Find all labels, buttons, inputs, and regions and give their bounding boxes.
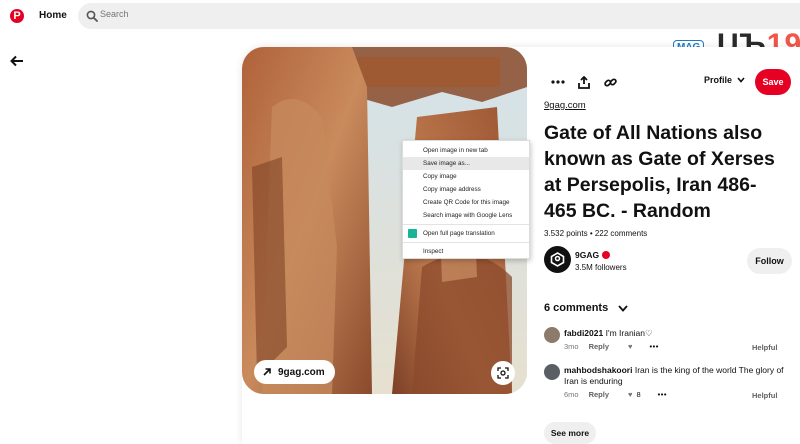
reply-button[interactable]: Reply <box>589 342 609 351</box>
source-domain-link[interactable]: 9gag.com <box>544 100 586 111</box>
creator-name-label: 9GAG <box>575 250 600 260</box>
creator-followers: 3.5M followers <box>575 263 627 272</box>
share-button[interactable] <box>574 72 594 92</box>
comment-body: fabdi2021 I'm Iranian♡ <box>564 328 789 339</box>
back-arrow-icon[interactable] <box>8 52 26 70</box>
commenter-avatar[interactable] <box>544 327 560 343</box>
comment-meta: 3mo Reply ♥ ••• <box>564 342 659 351</box>
translate-icon <box>408 229 417 238</box>
creator-name[interactable]: 9GAG <box>575 250 611 260</box>
top-navigation-bar: P Home <box>0 0 800 34</box>
comment-age: 6mo <box>564 390 579 399</box>
source-pill-label: 9gag.com <box>278 366 325 378</box>
ctx-create-qr-code[interactable]: Create QR Code for this image <box>403 196 529 209</box>
copy-link-button[interactable] <box>600 72 620 92</box>
ctx-open-image-new-tab[interactable]: Open image in new tab <box>403 144 529 157</box>
ctx-separator <box>403 224 529 225</box>
save-button[interactable]: Save <box>755 69 791 95</box>
profile-board-selector[interactable]: Profile <box>704 75 745 85</box>
arrow-up-right-icon <box>263 368 271 376</box>
comment-username[interactable]: mahbodshakoori <box>564 365 632 375</box>
ctx-search-google-lens[interactable]: Search image with Google Lens <box>403 209 529 222</box>
search-bar[interactable] <box>78 3 800 29</box>
profile-label: Profile <box>704 75 733 85</box>
comment-text: I'm Iranian♡ <box>605 328 653 338</box>
comments-header[interactable]: 6 comments <box>544 302 628 314</box>
more-options-icon[interactable]: ••• <box>649 342 658 351</box>
creator-avatar[interactable] <box>544 246 571 273</box>
helpful-button[interactable]: Helpful <box>752 391 777 400</box>
ctx-copy-image-address[interactable]: Copy image address <box>403 183 529 196</box>
more-options-button[interactable] <box>548 72 568 92</box>
share-icon <box>578 75 590 89</box>
link-icon <box>603 77 617 87</box>
visual-search-button[interactable] <box>491 361 515 385</box>
helpful-button[interactable]: Helpful <box>752 343 777 352</box>
comment-username[interactable]: fabdi2021 <box>564 328 603 338</box>
like-count: 8 <box>636 390 641 399</box>
reply-button[interactable]: Reply <box>589 390 609 399</box>
ctx-inspect[interactable]: Inspect <box>403 245 529 258</box>
source-link-pill[interactable]: 9gag.com <box>254 360 335 384</box>
ctx-separator <box>403 242 529 243</box>
chevron-down-icon <box>737 77 745 83</box>
commenter-avatar[interactable] <box>544 364 560 380</box>
chevron-down-icon <box>618 304 628 312</box>
ellipsis-icon <box>551 80 565 84</box>
context-menu: Open image in new tab Save image as... C… <box>402 140 530 259</box>
verified-badge-icon <box>602 251 611 259</box>
ctx-full-page-translation[interactable]: Open full page translation <box>403 227 529 240</box>
see-more-button[interactable]: See more <box>544 422 596 444</box>
heart-icon[interactable]: ♥ <box>628 342 632 351</box>
search-icon <box>86 10 98 22</box>
home-link[interactable]: Home <box>39 10 67 21</box>
comment-meta: 6mo Reply ♥ 8 ••• <box>564 390 667 399</box>
pin-stats: 3.532 points • 222 comments <box>544 229 648 238</box>
ctx-copy-image[interactable]: Copy image <box>403 170 529 183</box>
search-input[interactable] <box>100 9 400 19</box>
comment-age: 3mo <box>564 342 579 351</box>
comments-count: 6 comments <box>544 302 609 314</box>
pinterest-logo-icon[interactable]: P <box>10 9 24 23</box>
ctx-translation-label: Open full page translation <box>423 230 495 237</box>
comment-body: mahbodshakoori Iran is the king of the w… <box>564 365 789 387</box>
9gag-logo-icon <box>550 252 565 267</box>
ctx-save-image-as[interactable]: Save image as... <box>403 157 529 170</box>
more-options-icon[interactable]: ••• <box>658 390 667 399</box>
follow-button[interactable]: Follow <box>747 248 792 274</box>
pin-title: Gate of All Nations also known as Gate o… <box>544 122 775 222</box>
lens-icon <box>497 367 509 379</box>
heart-icon[interactable]: ♥ <box>628 390 632 399</box>
